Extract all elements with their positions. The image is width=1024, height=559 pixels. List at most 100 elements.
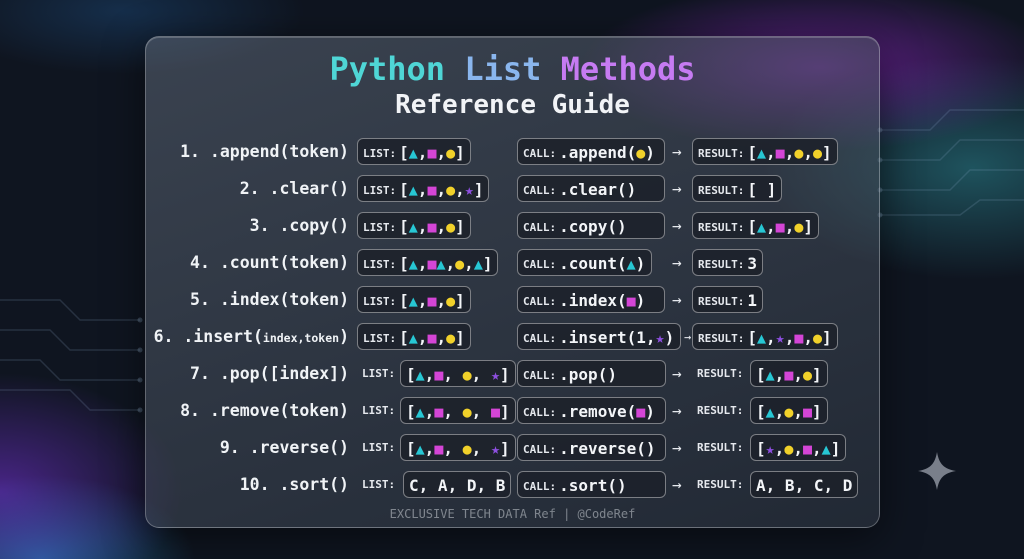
result-box: [▲,■,●] (750, 360, 828, 387)
list-box: LIST: [▲,■,●,★] (357, 175, 490, 202)
arrow-right-icon: → (672, 290, 682, 309)
method-row: 9. .reverse() LIST: [▲,■, ●, ★] CALL: .rever… (146, 433, 879, 463)
circle-token-icon: ● (784, 440, 794, 458)
call-value: .insert(1,★) (559, 328, 675, 347)
method-signature: .count(token) (219, 253, 349, 272)
result-label: RESULT: (698, 184, 745, 197)
list-label: LIST: (363, 295, 397, 308)
list-label: LIST: (363, 147, 397, 160)
call-value: .reverse() (559, 439, 656, 458)
method-row: 1. .append(token) LIST: [▲,■,●] CALL: .appen… (146, 137, 879, 167)
circle-token-icon: ● (462, 366, 472, 384)
triangle-token-icon: ▲ (415, 440, 425, 458)
list-value: [▲,■,●,★] (399, 180, 484, 199)
method-number: 9. (219, 438, 250, 457)
call-label: CALL: (523, 184, 557, 197)
list-box: LIST: [▲,■▲,●,▲] (357, 249, 499, 276)
call-value: .append(●) (559, 143, 655, 162)
square-token-icon: ■ (775, 218, 785, 236)
method-close: ) (339, 327, 349, 346)
square-token-icon: ■ (434, 366, 444, 384)
list-value: [▲,■,●] (399, 328, 465, 347)
list-box: LIST: [▲,■,●] (357, 138, 471, 165)
result-box: RESULT: [▲,■,●,●] (692, 138, 838, 165)
footer-credit: EXCLUSIVE TECH DATA Ref | @CodeRef (389, 507, 636, 521)
call-box: CALL: .clear() (517, 175, 665, 202)
page-subtitle: Reference Guide (395, 90, 630, 120)
result-value: [ ] (747, 180, 777, 199)
result-box: [▲,●,■] (750, 397, 828, 424)
square-token-icon: ■ (427, 292, 437, 310)
square-token-icon: ■ (636, 403, 646, 421)
triangle-token-icon: ▲ (473, 255, 483, 273)
circle-token-icon: ● (446, 292, 456, 310)
list-box: LIST: [▲,■,●] (357, 212, 471, 239)
method-signature: .pop([index]) (219, 364, 349, 383)
call-label: CALL: (523, 443, 557, 456)
method-signature: .append(token) (209, 142, 349, 161)
square-token-icon: ■ (434, 440, 444, 458)
list-label: LIST: (363, 221, 397, 234)
result-label: RESULT: (698, 332, 745, 345)
list-value: [▲,■▲,●,▲] (399, 254, 493, 273)
list-label: LIST: (362, 478, 396, 491)
method-name: 10. .sort() (240, 470, 349, 500)
list-box: [▲,■, ●, ■] (400, 397, 516, 424)
method-signature: .sort() (279, 475, 349, 494)
method-name: 9. .reverse() (220, 433, 349, 463)
method-name: 5. .index(token) (190, 285, 349, 315)
call-box: CALL: .remove(■) (517, 397, 666, 424)
star-token-icon: ★ (490, 366, 500, 384)
method-name: 7. .pop([index]) (190, 359, 349, 389)
call-label: CALL: (523, 369, 557, 382)
triangle-token-icon: ▲ (757, 144, 767, 162)
sparkle-icon (918, 452, 956, 490)
call-label: CALL: (523, 332, 557, 345)
list-value: [▲,■,●] (399, 291, 465, 310)
circle-token-icon: ● (455, 255, 465, 273)
result-label: RESULT: (698, 295, 745, 308)
circle-token-icon: ● (794, 218, 804, 236)
arrow-right-icon: → (672, 179, 682, 198)
arrow-right-icon: → (672, 142, 682, 161)
call-value: .sort() (559, 476, 627, 495)
square-token-icon: ■ (784, 366, 794, 384)
method-row: 4. .count(token) LIST: [▲,■▲,●,▲] CALL: .cou… (146, 248, 879, 278)
list-label: LIST: (363, 184, 397, 197)
method-name: 1. .append(token) (180, 137, 349, 167)
method-row: 5. .index(token) LIST: [▲,■,●] CALL: .index(… (146, 285, 879, 315)
list-label: LIST: (363, 332, 397, 345)
method-signature: .insert( (183, 327, 263, 346)
arrow-right-icon: → (672, 216, 682, 235)
call-value: .count(▲) (559, 254, 646, 273)
result-box: A, B, C, D (750, 471, 859, 498)
result-label: RESULT: (697, 367, 744, 380)
result-box: RESULT:[ ] (692, 175, 783, 202)
triangle-token-icon: ▲ (415, 403, 425, 421)
method-number: 7. (190, 364, 220, 383)
triangle-token-icon: ▲ (821, 440, 831, 458)
arrow-right-icon: → (672, 364, 682, 383)
method-signature: .remove(token) (209, 401, 349, 420)
result-value: [▲,■,●,●] (747, 143, 832, 162)
triangle-token-icon: ▲ (626, 255, 636, 273)
call-box: CALL: .pop() (517, 360, 666, 387)
call-label: CALL: (523, 221, 557, 234)
call-value: .clear() (559, 180, 637, 199)
square-token-icon: ■ (434, 403, 444, 421)
result-box: RESULT: [▲,■,●] (692, 212, 820, 239)
call-box: CALL: .insert(1,★) (517, 323, 681, 350)
triangle-token-icon: ▲ (436, 255, 446, 273)
list-value: [▲,■, ●, ■] (406, 402, 510, 421)
page-title: Python List Methods (146, 51, 879, 87)
method-row: 10. .sort() LIST: C, A, D, B CALL: .sort() → R… (146, 470, 879, 500)
method-row: 2. .clear() LIST: [▲,■,●,★] CALL: .clear() → R… (146, 174, 879, 204)
triangle-token-icon: ▲ (408, 255, 418, 273)
method-row: 6. .insert(index,token) LIST: [▲,■,●] CALL:… (146, 322, 879, 352)
result-value: [▲,■,●] (747, 217, 814, 236)
method-name: 2. .clear() (240, 174, 349, 204)
circle-token-icon: ● (446, 181, 456, 199)
result-label: RESULT: (698, 147, 745, 160)
circle-token-icon: ● (462, 440, 472, 458)
result-label: RESULT: (697, 441, 744, 454)
